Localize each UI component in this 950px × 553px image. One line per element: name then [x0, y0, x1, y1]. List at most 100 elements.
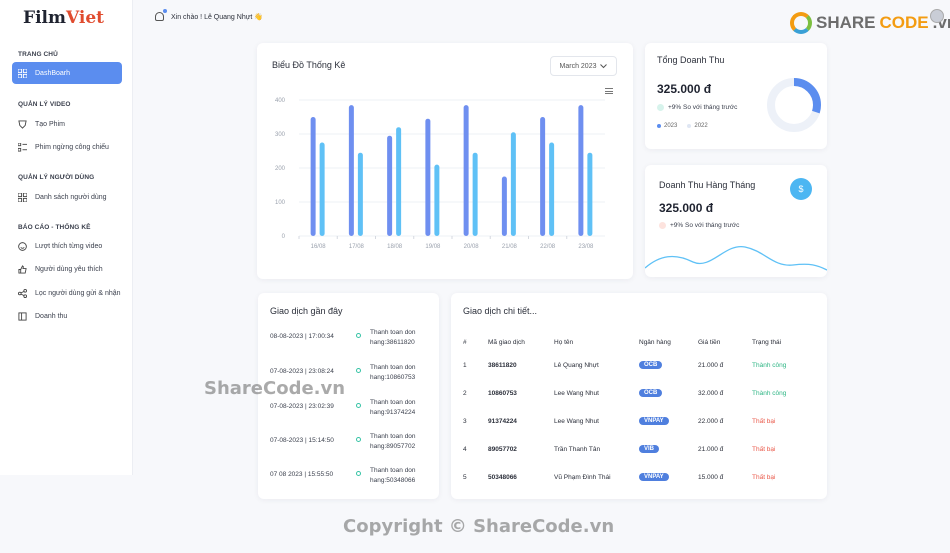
col-header-bank: Ngân hàng [639, 338, 671, 346]
sidebar-item-label: DashBoarh [35, 69, 71, 77]
bar[interactable] [396, 127, 402, 236]
bar[interactable] [357, 152, 363, 236]
trend-icon [659, 222, 666, 229]
bar[interactable] [310, 117, 316, 236]
share-icon [18, 288, 27, 298]
monthly-revenue-amount: 325.000 đ [659, 201, 714, 215]
bar-chart: 0 100 200 300 400 16/08 17/08 18/08 19/08 20/08 21… [275, 98, 605, 250]
sidebar-item-label: Doanh thu [35, 312, 68, 320]
logo-text-viet: Viet [65, 8, 105, 28]
cell-price: 21.000 đ [698, 361, 724, 369]
recent-description: Thanh toan don hang:50348066 [370, 467, 416, 484]
cell-bank: OCB [639, 351, 698, 379]
cell-no: 2 [463, 389, 467, 397]
cell-name: Lee Wang Nhut [554, 389, 599, 397]
cell-code: 38611820 [488, 361, 517, 369]
bar[interactable] [425, 118, 431, 236]
bar[interactable] [540, 117, 546, 236]
table-row[interactable]: 1 38611820 Lê Quang Nhựt OCB 21.000 đ Th… [463, 351, 812, 379]
cell-price: 22.000 đ [698, 417, 724, 425]
sidebar-item-user-list[interactable]: Danh sách người dùng [12, 186, 122, 208]
recent-time: 07-08-2023 | 23:08:24 [270, 368, 334, 375]
section-title-users: QUẢN LÝ NGƯỜI DÙNG [18, 174, 95, 181]
revenue-donut-chart [767, 78, 821, 132]
bank-badge: VNPAY [639, 417, 669, 425]
recent-description: Thanh toan don hang:89057702 [370, 433, 416, 450]
table-row[interactable]: 5 50348066 Vũ Phạm Đình Thái VNPAY 15.00… [463, 463, 812, 491]
cell-code: 10860753 [488, 389, 517, 397]
bell-icon[interactable] [155, 9, 167, 21]
total-revenue-title: Tổng Doanh Thu [657, 55, 725, 65]
header-greeting: Xin chào ! Lê Quang Nhựt 👋 [155, 9, 263, 21]
y-tick-label: 0 [282, 234, 286, 240]
bar[interactable] [463, 105, 469, 236]
x-tick-label: 18/08 [387, 244, 403, 250]
col-header-no: # [463, 338, 467, 346]
recent-description: Thanh toan don hang:10860753 [370, 364, 416, 381]
cell-name: Lee Wang Nhut [554, 417, 599, 425]
sidebar-item-likes-per-video[interactable]: Lượt thích từng video [12, 235, 122, 257]
bar[interactable] [549, 142, 555, 237]
cell-code: 91374224 [488, 417, 517, 425]
sidebar-item-label: Lọc người dùng gửi & nhận [35, 289, 121, 297]
brand-text-code: CODE [879, 13, 929, 32]
table-header-row: # Mã giao dịch Họ tên Ngân hàng Giá tiền… [463, 333, 812, 351]
y-tick-label: 300 [275, 132, 286, 138]
bar[interactable] [578, 105, 584, 236]
dollar-icon: $ [790, 178, 812, 200]
timeline-dot-icon [356, 403, 361, 408]
app-logo[interactable]: FilmViet [23, 8, 104, 28]
transaction-details-card: Giao dịch chi tiết... # Mã giao dịch Họ … [451, 293, 827, 499]
section-title-reports: BÁO CÁO - THỐNG KÊ [18, 224, 91, 231]
table-row[interactable]: 4 89057702 Trần Thanh Tân VIB 21.000 đ T… [463, 435, 812, 463]
bar[interactable] [510, 132, 516, 236]
transactions-table: # Mã giao dịch Họ tên Ngân hàng Giá tiền… [463, 333, 812, 491]
stats-chart-card: Biểu Đồ Thống Kê March 2023 0 100 200 300 40… [257, 43, 633, 279]
bar[interactable] [472, 152, 478, 236]
cell-no: 1 [463, 361, 467, 369]
bar[interactable] [434, 164, 440, 236]
total-revenue-delta: +9% So với tháng trước [657, 104, 737, 111]
sidebar-item-dashboard[interactable]: DashBoarh [12, 62, 122, 84]
table-row[interactable]: 2 10860753 Lee Wang Nhut OCB 32.000 đ Th… [463, 379, 812, 407]
sidebar-item-favorite-users[interactable]: Người dùng yêu thích [12, 258, 122, 280]
recent-description: Thanh toan don hang:38611820 [370, 329, 416, 346]
grid-icon [18, 192, 27, 202]
y-tick-label: 100 [275, 200, 286, 206]
sidebar-item-filter-users[interactable]: Lọc người dùng gửi & nhận [12, 282, 122, 304]
total-revenue-delta-text: +9% So với tháng trước [668, 104, 738, 111]
col-header-name: Họ tên [554, 338, 574, 346]
x-tick-label: 17/08 [349, 244, 365, 250]
transaction-details-title: Giao dịch chi tiết... [463, 306, 538, 316]
bar[interactable] [501, 176, 507, 237]
thumb-icon [18, 264, 27, 274]
sidebar-item-label: Người dùng yêu thích [35, 265, 103, 273]
cell-price: 15.000 đ [698, 473, 724, 481]
shield-icon [18, 119, 27, 129]
timeline-dot-icon [356, 437, 361, 442]
book-icon [18, 311, 27, 321]
sidebar-item-label: Danh sách người dùng [35, 193, 107, 201]
sidebar-item-label: Phim ngừng công chiếu [35, 143, 109, 151]
bar[interactable] [348, 105, 354, 236]
sidebar-item-create-movie[interactable]: Tạo Phim [12, 113, 122, 135]
cell-name: Vũ Phạm Đình Thái [554, 473, 611, 481]
avatar[interactable] [930, 9, 944, 23]
total-revenue-legend: 2023 2022 [657, 123, 708, 129]
sidebar-item-stopped-movies[interactable]: Phim ngừng công chiếu [12, 136, 122, 158]
recent-time: 08-08-2023 | 17:00:34 [270, 333, 334, 340]
bar[interactable] [587, 152, 593, 236]
bar[interactable] [387, 135, 393, 236]
cell-no: 3 [463, 417, 467, 425]
bar[interactable] [319, 142, 325, 237]
timeline-dot-icon [356, 471, 361, 476]
sharecode-logo: SHARECODE.vn [790, 12, 950, 34]
bank-badge: OCB [639, 361, 663, 369]
cell-status: Thất bại [752, 417, 776, 425]
cell-price: 21.000 đ [698, 445, 724, 453]
sidebar-item-revenue[interactable]: Doanh thu [12, 305, 122, 327]
table-row[interactable]: 3 91374224 Lee Wang Nhut VNPAY 22.000 đ … [463, 407, 812, 435]
cell-status: Thất bại [752, 473, 776, 481]
sharecode-logo-icon [790, 12, 812, 34]
bank-badge: VIB [639, 445, 660, 453]
